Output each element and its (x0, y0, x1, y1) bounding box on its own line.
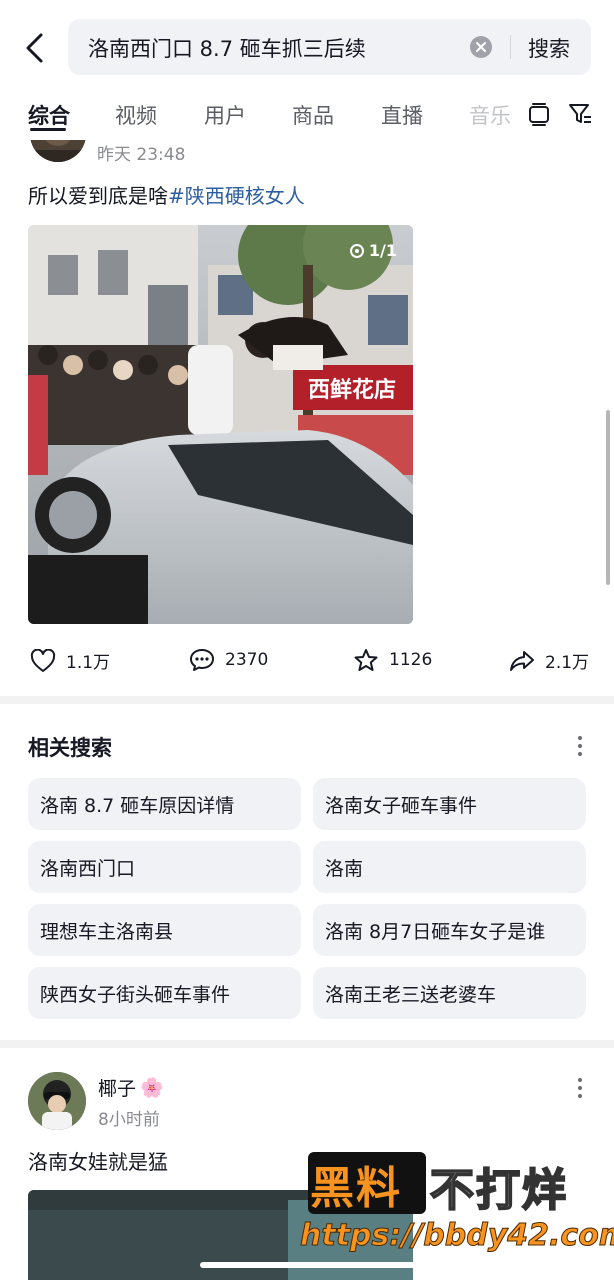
layout-toggle-icon[interactable] (525, 100, 553, 128)
avatar[interactable] (28, 1072, 86, 1130)
share-button[interactable]: 2.1万 (509, 648, 589, 673)
favorite-button[interactable]: 1126 (353, 648, 432, 672)
like-button[interactable]: 1.1万 (30, 648, 110, 673)
comment-icon (190, 649, 214, 671)
gallery-icon (349, 243, 364, 258)
watermark-slogan: 不打烊 (429, 1164, 568, 1217)
post-caption-text: 所以爱到底是啥 (28, 184, 168, 208)
related-search-chip[interactable]: 洛南西门口 (28, 841, 301, 893)
related-search-chip[interactable]: 洛南 8月7日砸车女子是谁 (313, 904, 586, 956)
flower-emoji: 🌸 (140, 1077, 164, 1099)
related-search-chip[interactable]: 洛南王老三送老婆车 (313, 967, 586, 1019)
filter-icon[interactable] (566, 100, 594, 128)
share-icon (510, 650, 534, 671)
tab-products[interactable]: 商品 (292, 100, 334, 130)
back-button[interactable] (16, 28, 52, 68)
post-caption: 洛南女娃就是猛 (28, 1150, 168, 1174)
watermark-url: https://bbdy42.com (299, 1218, 614, 1254)
post-caption: 所以爱到底是啥#陕西硬核女人 (28, 180, 305, 209)
image-counter-text: 1/1 (368, 241, 397, 260)
related-searches-title: 相关搜索 (28, 736, 112, 760)
street-scene-image: 西鲜花店 (28, 225, 413, 624)
tab-users[interactable]: 用户 (204, 100, 246, 130)
tab-live[interactable]: 直播 (381, 100, 423, 130)
search-divider (510, 35, 511, 59)
search-button[interactable]: 搜索 (528, 33, 570, 63)
related-search-chip[interactable]: 理想车主洛南县 (28, 904, 301, 956)
watermark-logo: 黑料 不打烊 https://bbdy42.com (299, 1148, 614, 1258)
search-input[interactable]: 洛南西门口 8.7 砸车抓三后续 搜索 (68, 19, 591, 75)
tab-bar: 综合 视频 用户 商品 直播 音乐 (0, 92, 614, 136)
active-tab-indicator (30, 128, 66, 131)
comment-count: 2370 (225, 650, 269, 670)
scrollbar[interactable] (606, 410, 610, 585)
tab-comprehensive[interactable]: 综合 (28, 100, 70, 130)
hashtag-link[interactable]: #陕西硬核女人 (168, 184, 305, 208)
post-time: 昨天 23:48 (97, 145, 186, 165)
related-search-chip[interactable]: 洛南 (313, 841, 586, 893)
related-search-chip[interactable]: 洛南 8.7 砸车原因详情 (28, 778, 301, 830)
back-arrow-icon (26, 33, 43, 63)
more-options-icon[interactable] (570, 734, 590, 758)
heart-icon (30, 648, 56, 672)
more-options-icon[interactable] (570, 1076, 590, 1100)
favorite-count: 1126 (389, 650, 433, 670)
share-count: 2.1万 (545, 653, 590, 673)
search-header: 洛南西门口 8.7 砸车抓三后续 搜索 综合 视频 用户 商品 直播 音乐 (0, 0, 614, 140)
related-searches-section: 相关搜索 洛南 8.7 砸车原因详情 洛南女子砸车事件 洛南西门口 洛南 理想车… (0, 704, 614, 1040)
related-search-chip[interactable]: 陕西女子街头砸车事件 (28, 967, 301, 1019)
related-search-chip[interactable]: 洛南女子砸车事件 (313, 778, 586, 830)
post-image[interactable]: 西鲜花店 1/1 (28, 225, 413, 624)
star-icon (354, 649, 378, 671)
post-actions: 1.1万 2370 1126 2.1万 (0, 644, 614, 680)
home-indicator[interactable] (200, 1262, 415, 1268)
user-name-text: 椰子 (98, 1078, 137, 1100)
watermark-brand: 黑料 (310, 1163, 402, 1214)
image-counter: 1/1 (349, 241, 397, 260)
clear-icon[interactable] (470, 36, 492, 58)
post-card[interactable]: 昨天 23:48 所以爱到底是啥#陕西硬核女人 西鲜花店 1/1 1.1万 23… (0, 100, 614, 696)
user-name[interactable]: 椰子 🌸 (98, 1074, 164, 1101)
tab-video[interactable]: 视频 (115, 100, 157, 130)
comment-button[interactable]: 2370 (189, 648, 268, 672)
search-query-text[interactable]: 洛南西门口 8.7 砸车抓三后续 (88, 33, 366, 63)
like-count: 1.1万 (66, 653, 111, 673)
post-time: 8小时前 (98, 1110, 160, 1130)
shop-sign-text: 西鲜花店 (308, 377, 396, 403)
tab-music[interactable]: 音乐 (469, 100, 511, 130)
